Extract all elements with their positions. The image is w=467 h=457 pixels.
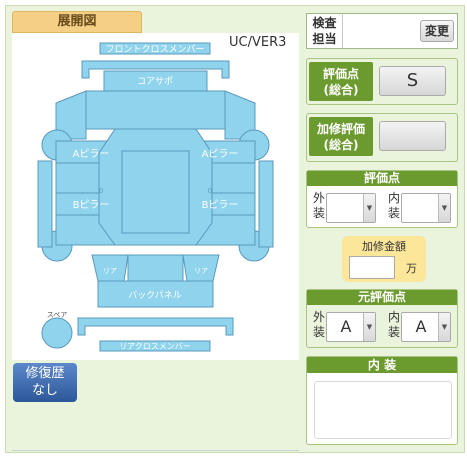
label-b-pillar-left: Bピラー bbox=[73, 199, 110, 211]
orig-exterior-label-1: 外 bbox=[312, 310, 325, 324]
eval-exterior-value bbox=[327, 194, 365, 222]
version-label: UC/VER3 bbox=[229, 35, 287, 50]
original-eval-panel: 元評価点 外 装 A ▼ 内 装 A ▼ bbox=[306, 289, 458, 348]
eval-exterior-label: 外 装 bbox=[311, 191, 327, 221]
change-inspector-button[interactable]: 変更 bbox=[420, 20, 454, 42]
orig-exterior-value: A bbox=[340, 317, 352, 336]
label-core-support: コアサポ bbox=[137, 76, 173, 87]
eval-interior-label-1: 内 bbox=[387, 191, 400, 205]
chevron-down-icon[interactable]: ▼ bbox=[438, 194, 450, 222]
part-left-rocker[interactable] bbox=[37, 160, 53, 248]
orig-exterior-select[interactable]: A ▼ bbox=[326, 312, 376, 342]
chevron-down-icon[interactable]: ▼ bbox=[363, 313, 375, 341]
eval-exterior-label-2: 装 bbox=[312, 206, 325, 220]
repair-history-button[interactable]: 修復歴 なし bbox=[13, 363, 77, 402]
orig-exterior-label: 外 装 bbox=[311, 310, 327, 340]
repair-history-line1: 修復歴 bbox=[25, 366, 65, 381]
overall-score-label-line2: (総合) bbox=[323, 83, 359, 97]
label-number-left: 0 bbox=[99, 187, 103, 195]
part-front-apron[interactable] bbox=[85, 90, 226, 130]
repair-score-label-line2: (総合) bbox=[323, 138, 359, 152]
orig-interior-label-1: 内 bbox=[387, 310, 400, 324]
label-number-right: 0 bbox=[208, 187, 212, 195]
repair-score-label: 加修評価 (総合) bbox=[309, 117, 373, 156]
part-trunk-floor[interactable] bbox=[127, 254, 184, 282]
orig-interior-label: 内 装 bbox=[386, 310, 402, 340]
repair-amount-unit: 万 bbox=[406, 262, 417, 275]
repair-score-panel: 加修評価 (総合) bbox=[306, 113, 458, 162]
eval-interior-value bbox=[402, 194, 440, 222]
interior-panel: 内 装 bbox=[306, 356, 458, 445]
car-body-diagram: フロントクロスメンバー コアサポ Aピラー Aピラー Bピラー Bピラー リア … bbox=[12, 33, 299, 360]
label-b-pillar-right: Bピラー bbox=[202, 199, 239, 211]
chevron-down-icon[interactable]: ▼ bbox=[438, 313, 450, 341]
part-right-rocker[interactable] bbox=[258, 160, 274, 248]
label-a-pillar-right: Aピラー bbox=[202, 148, 239, 160]
overall-score-label: 評価点 (総合) bbox=[309, 62, 373, 101]
divider bbox=[12, 450, 299, 451]
eval-points-panel: 評価点 外 装 ▼ 内 装 ▼ bbox=[306, 170, 458, 228]
tab-development-view[interactable]: 展開図 bbox=[12, 11, 142, 33]
overall-score-panel: 評価点 (総合) S bbox=[306, 58, 458, 105]
chevron-down-icon[interactable]: ▼ bbox=[363, 194, 375, 222]
eval-interior-select[interactable]: ▼ bbox=[401, 193, 451, 223]
repair-score-button[interactable] bbox=[379, 121, 446, 151]
label-rear-left: リア bbox=[103, 267, 117, 275]
repair-score-label-line1: 加修評価 bbox=[316, 122, 365, 136]
orig-interior-select[interactable]: A ▼ bbox=[401, 312, 451, 342]
label-rear-right: リア bbox=[194, 267, 208, 275]
eval-interior-label: 内 装 bbox=[386, 191, 402, 221]
overall-score-button[interactable]: S bbox=[379, 66, 446, 96]
overall-score-label-line1: 評価点 bbox=[322, 67, 359, 81]
eval-exterior-select[interactable]: ▼ bbox=[326, 193, 376, 223]
inspector-panel: 検査 担当 変更 bbox=[306, 13, 458, 49]
part-rear-lower-frame[interactable] bbox=[77, 317, 234, 336]
eval-points-title: 評価点 bbox=[307, 171, 457, 186]
orig-interior-value: A bbox=[415, 317, 427, 336]
label-front-cross-member: フロントクロスメンバー bbox=[105, 44, 204, 55]
label-spare: スペア bbox=[47, 311, 68, 319]
part-roof[interactable] bbox=[121, 150, 190, 234]
part-spare-tire[interactable] bbox=[41, 317, 73, 349]
label-a-pillar-left: Aピラー bbox=[73, 148, 110, 160]
car-body-svg: フロントクロスメンバー コアサポ Aピラー Aピラー Bピラー Bピラー リア … bbox=[37, 42, 274, 352]
repair-amount-group: 加修金額 万 bbox=[342, 236, 426, 282]
inspector-label-line1: 検査 bbox=[312, 16, 337, 30]
eval-exterior-label-1: 外 bbox=[312, 191, 325, 205]
inspector-label: 検査 担当 bbox=[307, 14, 343, 48]
interior-title: 内 装 bbox=[307, 357, 457, 373]
label-back-panel: バックパネル bbox=[128, 290, 182, 301]
orig-exterior-label-2: 装 bbox=[312, 325, 325, 339]
repair-amount-input[interactable] bbox=[349, 256, 395, 279]
inspector-label-line2: 担当 bbox=[312, 32, 337, 46]
orig-interior-label-2: 装 bbox=[387, 325, 400, 339]
repair-amount-title: 加修金額 bbox=[362, 240, 406, 253]
interior-textarea[interactable] bbox=[314, 381, 452, 439]
repair-history-line2: なし bbox=[31, 383, 58, 398]
original-eval-title: 元評価点 bbox=[307, 290, 457, 305]
label-rear-cross-member: リアクロスメンバー bbox=[119, 342, 191, 351]
eval-interior-label-2: 装 bbox=[387, 206, 400, 220]
